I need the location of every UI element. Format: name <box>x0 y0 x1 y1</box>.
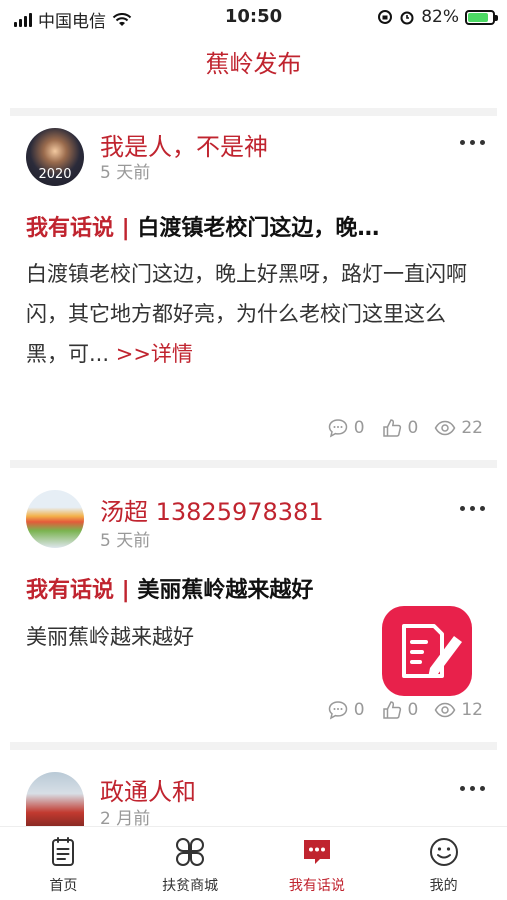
post-stats: 0 0 22 <box>327 417 483 439</box>
tab-bar: 首页 扶贫商城 我有话说 我的 <box>0 826 507 900</box>
post-title[interactable]: 我有话说 | 美丽蕉岭越来越好 <box>26 572 466 604</box>
view-count: 12 <box>461 700 483 720</box>
rotation-lock-icon <box>378 10 393 24</box>
tab-speak[interactable]: 我有话说 <box>254 827 381 900</box>
post-time: 5 天前 <box>100 163 151 183</box>
battery-percent: 82% <box>421 7 459 27</box>
tab-home[interactable]: 首页 <box>0 827 127 900</box>
comment-icon <box>328 419 347 438</box>
post-time: 5 天前 <box>100 531 151 551</box>
comment-count: 0 <box>353 418 365 438</box>
more-options-icon[interactable] <box>460 786 485 791</box>
tab-label: 扶贫商城 <box>162 878 219 894</box>
compose-button[interactable] <box>382 606 472 696</box>
comment-stat[interactable]: 0 <box>327 417 365 439</box>
battery-icon <box>465 9 498 25</box>
divider <box>10 108 497 116</box>
post-body[interactable]: 白渡镇老校门这边，晚上好黑呀，路灯一直闪啊闪，其它地方都好亮，为什么老校门这里这… <box>26 254 476 374</box>
comment-icon <box>328 701 347 720</box>
avatar-badge: 2020 <box>38 167 72 182</box>
post-title-text: 白渡镇老校门这边，晚… <box>137 216 380 241</box>
page-title: 蕉岭发布 <box>205 50 302 78</box>
battery-level <box>468 12 488 22</box>
more-options-icon[interactable] <box>460 140 485 145</box>
author-name[interactable]: 政通人和 <box>100 772 196 807</box>
author-name[interactable]: 汤超 13825978381 <box>100 492 324 527</box>
view-stat: 22 <box>434 417 483 439</box>
tab-mall[interactable]: 扶贫商城 <box>127 827 254 900</box>
smiley-icon <box>429 838 458 866</box>
divider <box>10 742 497 750</box>
post-stats: 0 0 12 <box>327 699 483 721</box>
avatar[interactable] <box>26 490 84 548</box>
like-count: 0 <box>407 700 419 720</box>
comment-stat[interactable]: 0 <box>327 699 365 721</box>
four-leaf-icon <box>176 838 205 866</box>
detail-link[interactable]: >>详情 <box>116 342 193 366</box>
like-stat[interactable]: 0 <box>381 417 419 439</box>
more-options-icon[interactable] <box>460 506 485 511</box>
tab-mine[interactable]: 我的 <box>380 827 507 900</box>
status-right: 82% <box>377 7 498 27</box>
tab-label: 我有话说 <box>288 878 345 894</box>
tab-label: 首页 <box>49 878 78 894</box>
divider <box>10 460 497 468</box>
avatar[interactable] <box>26 772 84 826</box>
post-title[interactable]: 我有话说 | 白渡镇老校门这边，晚… <box>26 210 466 242</box>
view-stat: 12 <box>434 699 483 721</box>
post-title-text: 美丽蕉岭越来越好 <box>137 578 314 603</box>
eye-icon <box>435 702 456 718</box>
status-bar: 中国电信 10:50 82% <box>0 0 507 34</box>
post-body-text: 美丽蕉岭越来越好 <box>26 625 194 649</box>
document-icon <box>52 837 75 866</box>
eye-icon <box>435 420 456 436</box>
post-tag: 我有话说 | <box>26 578 130 603</box>
tab-label: 我的 <box>429 878 458 894</box>
like-stat[interactable]: 0 <box>381 699 419 721</box>
like-count: 0 <box>407 418 419 438</box>
avatar[interactable]: 2020 <box>26 128 84 186</box>
thumbs-up-icon <box>382 419 401 437</box>
alarm-icon <box>400 11 414 25</box>
edit-icon <box>402 624 462 678</box>
author-name[interactable]: 我是人，不是神 <box>100 127 268 162</box>
chat-bubble-icon <box>303 840 330 864</box>
post-body-text: 白渡镇老校门这边，晚上好黑呀，路灯一直闪啊闪，其它地方都好亮，为什么老校门这里这… <box>26 262 467 366</box>
thumbs-up-icon <box>382 701 401 719</box>
view-count: 22 <box>461 418 483 438</box>
post-tag: 我有话说 | <box>26 216 130 241</box>
comment-count: 0 <box>353 700 365 720</box>
